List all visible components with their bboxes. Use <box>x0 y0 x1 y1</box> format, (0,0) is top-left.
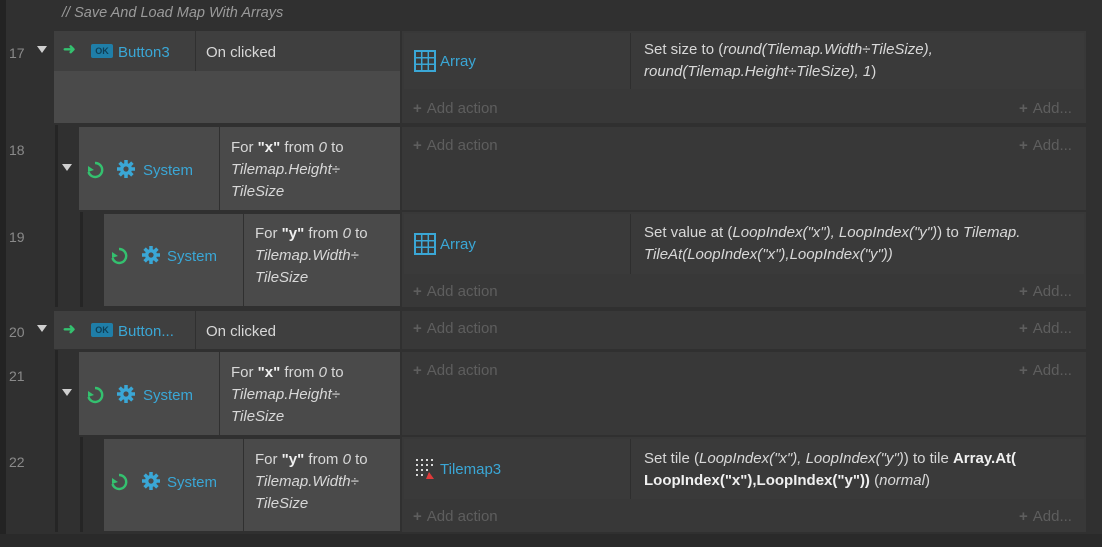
action-text[interactable]: Set value at (LoopIndex("x"), LoopIndex(… <box>644 222 1074 266</box>
loop-icon <box>87 161 104 179</box>
condition-object-name[interactable]: Button3 <box>118 44 170 61</box>
condition-object-name[interactable]: System <box>167 474 217 491</box>
add-action-link[interactable]: + Add action <box>413 508 498 525</box>
system-gear-icon <box>142 246 160 264</box>
nesting-bar <box>80 212 83 307</box>
array-grid-icon <box>414 233 436 255</box>
system-gear-icon <box>117 385 135 403</box>
condition-text[interactable]: For "y" from 0 to Tilemap.Width÷ TileSize <box>255 223 400 289</box>
divider <box>630 33 631 89</box>
divider <box>195 311 196 349</box>
add-action-short[interactable]: + Add... <box>1019 283 1072 300</box>
loop-icon <box>111 247 128 265</box>
add-action-link[interactable]: + Add action <box>413 320 498 337</box>
divider <box>630 439 631 499</box>
trigger-arrow-icon: ➜ <box>63 321 76 338</box>
button-object-icon: OK <box>91 323 113 337</box>
condition-object-name[interactable]: Button... <box>118 323 174 340</box>
action-object-name[interactable]: Tilemap3 <box>440 461 501 478</box>
add-action-short[interactable]: + Add... <box>1019 362 1072 379</box>
nesting-bar <box>55 350 58 532</box>
add-action-short[interactable]: + Add... <box>1019 508 1072 525</box>
action-object-name[interactable]: Array <box>440 236 476 253</box>
array-grid-icon <box>414 50 436 72</box>
divider <box>219 352 220 435</box>
line-number: 20 <box>9 324 25 340</box>
collapse-toggle[interactable] <box>37 325 47 332</box>
nesting-bar <box>55 125 58 307</box>
action-block[interactable] <box>402 127 1086 210</box>
condition-object-name[interactable]: System <box>167 248 217 265</box>
condition-text[interactable]: For "x" from 0 to Tilemap.Height÷ TileSize <box>231 137 391 203</box>
divider <box>630 214 631 274</box>
action-block[interactable] <box>402 311 1086 349</box>
left-gutter <box>0 0 6 547</box>
action-object-name[interactable]: Array <box>440 53 476 70</box>
bottom-margin <box>0 534 1102 547</box>
add-action-link[interactable]: + Add action <box>413 283 498 300</box>
nesting-bar <box>80 437 83 532</box>
tilemap-icon <box>416 459 434 479</box>
add-action-short[interactable]: + Add... <box>1019 100 1072 117</box>
add-action-link[interactable]: + Add action <box>413 137 498 154</box>
collapse-toggle[interactable] <box>62 389 72 396</box>
condition-text[interactable]: For "y" from 0 to Tilemap.Width÷ TileSize <box>255 449 400 515</box>
event-comment[interactable]: // Save And Load Map With Arrays <box>62 5 283 21</box>
line-number: 22 <box>9 454 25 470</box>
line-number: 17 <box>9 45 25 61</box>
loop-icon <box>111 473 128 491</box>
line-number: 21 <box>9 368 25 384</box>
collapse-toggle[interactable] <box>62 164 72 171</box>
condition-text[interactable]: On clicked <box>206 44 276 61</box>
condition-object-name[interactable]: System <box>143 387 193 404</box>
button-object-icon: OK <box>91 44 113 58</box>
condition-text[interactable]: For "x" from 0 to Tilemap.Height÷ TileSize <box>231 362 391 428</box>
add-action-link[interactable]: + Add action <box>413 362 498 379</box>
add-action-short[interactable]: + Add... <box>1019 137 1072 154</box>
action-text[interactable]: Set tile (LoopIndex("x"), LoopIndex("y")… <box>644 448 1074 492</box>
add-action-link[interactable]: + Add action <box>413 100 498 117</box>
line-number: 19 <box>9 229 25 245</box>
condition-text[interactable]: On clicked <box>206 323 276 340</box>
condition-object-name[interactable]: System <box>143 162 193 179</box>
system-gear-icon <box>142 472 160 490</box>
action-block[interactable] <box>402 352 1086 435</box>
divider <box>243 214 244 306</box>
line-number: 18 <box>9 142 25 158</box>
system-gear-icon <box>117 160 135 178</box>
divider <box>243 439 244 531</box>
action-text[interactable]: Set size to (round(Tilemap.Width÷TileSiz… <box>644 39 1074 83</box>
collapse-toggle[interactable] <box>37 46 47 53</box>
loop-icon <box>87 386 104 404</box>
trigger-arrow-icon: ➜ <box>63 41 76 58</box>
divider <box>219 127 220 210</box>
add-action-short[interactable]: + Add... <box>1019 320 1072 337</box>
divider <box>195 31 196 71</box>
